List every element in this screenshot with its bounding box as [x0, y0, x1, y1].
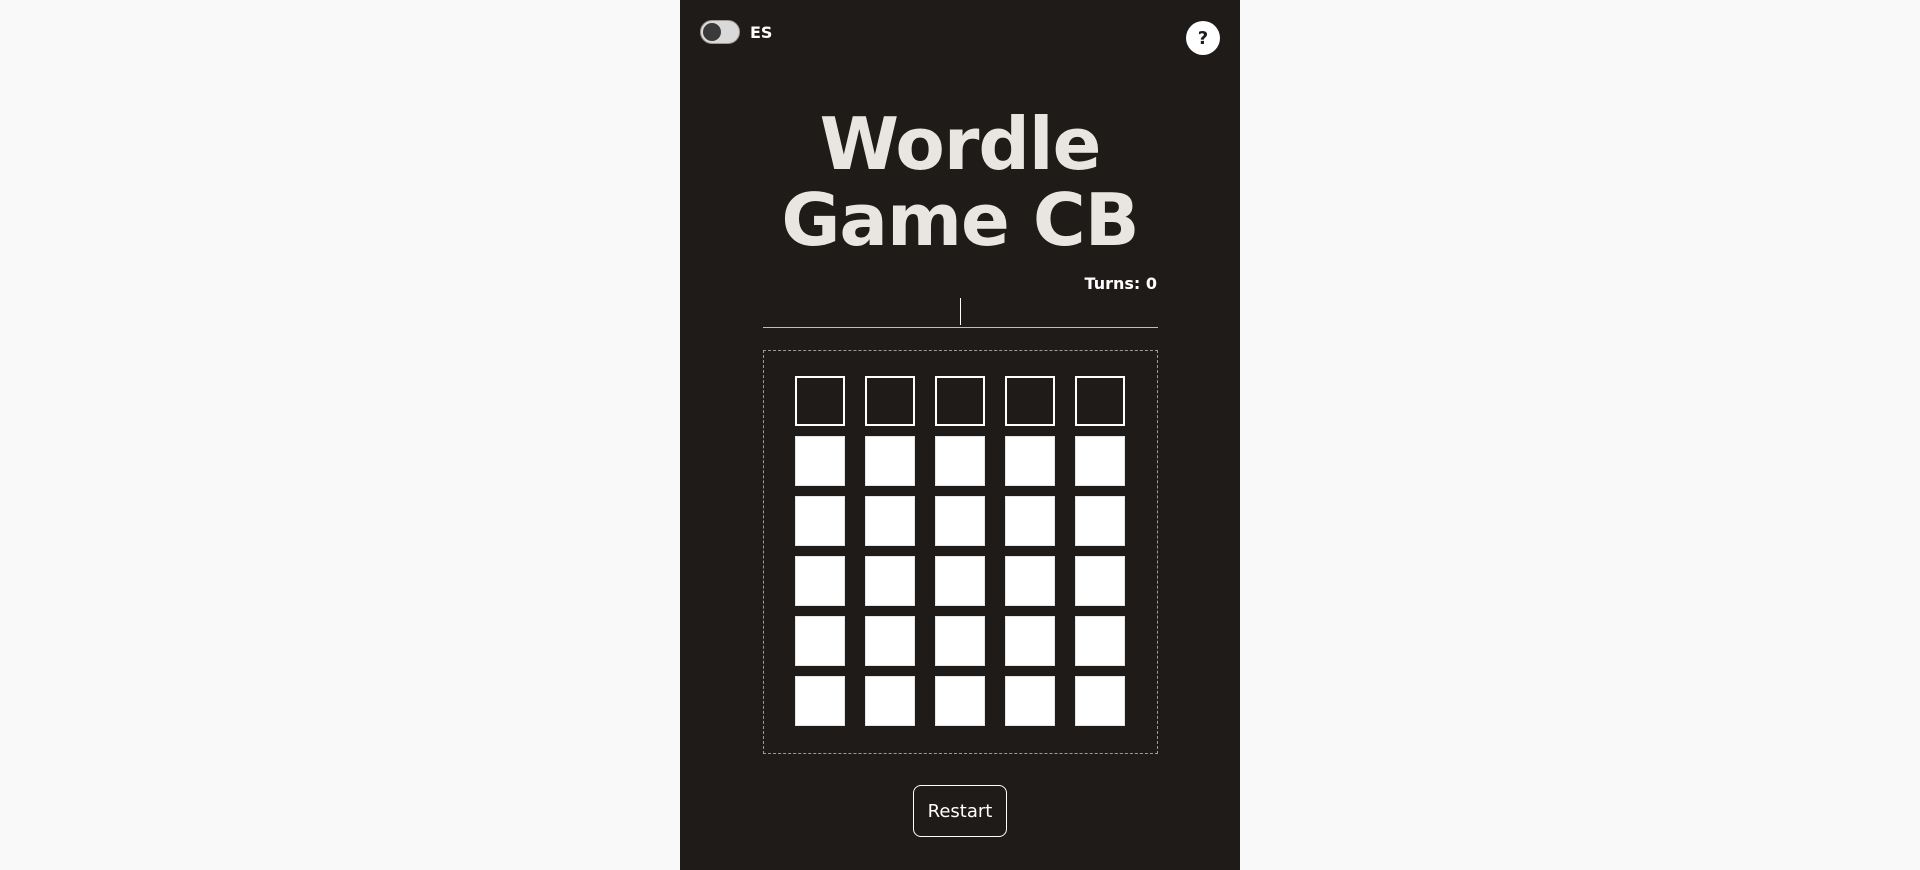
language-label: ES	[750, 22, 773, 42]
board-row-2	[795, 436, 1125, 486]
tile-active	[865, 376, 915, 426]
board-row-4	[795, 556, 1125, 606]
toggle-switch[interactable]	[700, 20, 740, 44]
tile	[865, 676, 915, 726]
tile-active	[935, 376, 985, 426]
tile	[865, 556, 915, 606]
tile	[1075, 616, 1125, 666]
toggle-knob	[703, 23, 721, 41]
game-panel: ES ? Wordle Game CB Turns: 0 Restart	[680, 0, 1240, 870]
tile	[1005, 676, 1055, 726]
tile	[795, 436, 845, 486]
tile	[865, 496, 915, 546]
tile	[935, 616, 985, 666]
board-row-1	[795, 376, 1125, 426]
tile	[935, 556, 985, 606]
tile	[1075, 436, 1125, 486]
language-toggle[interactable]: ES	[700, 20, 772, 44]
tile	[1075, 496, 1125, 546]
tile	[1075, 556, 1125, 606]
tile-active	[795, 376, 845, 426]
title-line-2: Game CB	[781, 178, 1139, 262]
game-board	[763, 350, 1158, 754]
tile	[935, 496, 985, 546]
tile	[935, 436, 985, 486]
restart-button[interactable]: Restart	[913, 785, 1007, 837]
tile	[935, 676, 985, 726]
tile	[795, 496, 845, 546]
tile	[1005, 616, 1055, 666]
board-row-5	[795, 616, 1125, 666]
tile	[1075, 676, 1125, 726]
tile	[1005, 556, 1055, 606]
title-line-1: Wordle	[819, 102, 1102, 186]
tile	[1005, 496, 1055, 546]
tile-active	[1005, 376, 1055, 426]
tile	[795, 676, 845, 726]
board-row-3	[795, 496, 1125, 546]
text-caret	[960, 298, 961, 325]
tile	[865, 436, 915, 486]
page-title: Wordle Game CB	[680, 106, 1240, 258]
help-button[interactable]: ?	[1186, 21, 1220, 55]
tile	[795, 556, 845, 606]
tile-active	[1075, 376, 1125, 426]
board-row-6	[795, 676, 1125, 726]
tile	[865, 616, 915, 666]
tile	[795, 616, 845, 666]
tile	[1005, 436, 1055, 486]
turns-counter: Turns: 0	[1084, 274, 1157, 293]
